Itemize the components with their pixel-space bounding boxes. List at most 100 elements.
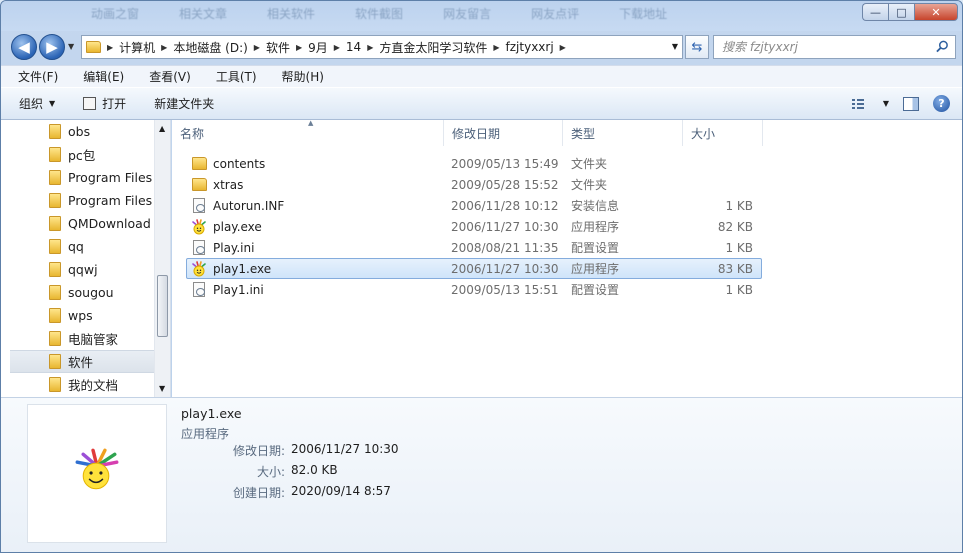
nav-item-label: 电脑管家 xyxy=(68,332,119,347)
nav-item[interactable]: wps xyxy=(1,304,170,327)
maximize-button[interactable]: □ xyxy=(888,3,914,21)
explorer-window: 动画之窗 相关文章 相关软件 软件截图 网友留言 网友点评 下载地址 — □ ✕ ◀ ▶ ▼… xyxy=(0,0,963,553)
nav-item-label: Program Files xyxy=(68,170,153,185)
close-button[interactable]: ✕ xyxy=(914,3,958,21)
file-name-cell: xtras xyxy=(187,177,445,193)
file-name-cell: Play.ini xyxy=(187,240,445,256)
folder-icon xyxy=(49,193,61,208)
breadcrumb-item[interactable]: 方直金太阳学习软件 xyxy=(379,39,487,56)
chevron-right-icon[interactable]: ▶ xyxy=(334,43,340,52)
nav-scrollbar[interactable]: ▲ ▼ xyxy=(154,120,170,397)
menu-bar: 文件(F) 编辑(E) 查看(V) 工具(T) 帮助(H) xyxy=(1,65,962,87)
nav-item[interactable]: sougou xyxy=(1,281,170,304)
file-size: 1 KB xyxy=(725,198,753,213)
nav-item[interactable]: 软件 xyxy=(10,350,154,373)
file-type: 安装信息 xyxy=(571,199,620,213)
minimize-button[interactable]: — xyxy=(862,3,888,21)
column-size-label: 大小 xyxy=(691,126,716,141)
background-tabs: 动画之窗 相关文章 相关软件 软件截图 网友留言 网友点评 下载地址 xyxy=(91,5,667,22)
file-size: 1 KB xyxy=(725,240,753,255)
nav-item[interactable]: QMDownload xyxy=(1,212,170,235)
breadcrumb-item[interactable]: 软件 xyxy=(266,39,290,56)
address-dropdown[interactable]: ▼ xyxy=(672,42,678,51)
breadcrumb-item[interactable]: 计算机 xyxy=(119,39,155,56)
chevron-right-icon[interactable]: ▶ xyxy=(560,43,566,52)
address-bar[interactable]: ▶ 计算机 ▶ 本地磁盘 (D:) ▶ 软件 ▶ 9月 ▶ 14 ▶ 方直金太阳学习软件 ▶ fzjty… xyxy=(81,35,683,59)
menu-item[interactable]: 查看(V) xyxy=(142,66,198,87)
nav-item-label: pc包 xyxy=(68,148,96,163)
scroll-down-icon[interactable]: ▼ xyxy=(159,384,165,393)
open-button[interactable]: 打开 xyxy=(83,95,126,112)
change-view-icon[interactable] xyxy=(851,96,869,112)
menu-item[interactable]: 编辑(E) xyxy=(76,66,131,87)
breadcrumb: ▶ 计算机 ▶ 本地磁盘 (D:) ▶ 软件 ▶ 9月 ▶ 14 ▶ 方直金太阳学习软件 ▶ fzjty… xyxy=(101,39,572,56)
scroll-up-icon[interactable]: ▲ xyxy=(159,124,165,133)
view-options-chevron-icon[interactable]: ▼ xyxy=(883,99,889,108)
column-type[interactable]: 类型 xyxy=(563,120,683,146)
file-type: 文件夹 xyxy=(571,178,608,192)
chevron-right-icon[interactable]: ▶ xyxy=(367,43,373,52)
preview-pane-icon[interactable] xyxy=(903,96,919,111)
file-row[interactable]: contents 2009/05/13 15:49 文件夹 xyxy=(186,153,762,174)
refresh-button[interactable]: ⇆ xyxy=(685,35,709,59)
nav-item[interactable]: Program Files xyxy=(1,166,170,189)
menu-item[interactable]: 文件(F) xyxy=(11,66,65,87)
file-row[interactable]: Play.ini 2008/08/21 11:35 配置设置 1 KB xyxy=(186,237,762,258)
search-icon[interactable] xyxy=(936,40,949,53)
nav-item[interactable]: 我的文档 xyxy=(1,373,170,396)
menu-item[interactable]: 帮助(H) xyxy=(275,66,331,87)
folder-icon xyxy=(49,331,61,346)
breadcrumb-item[interactable]: fzjtyxxrj xyxy=(506,40,554,54)
file-type: 配置设置 xyxy=(571,283,620,297)
file-date: 2009/05/13 15:51 xyxy=(451,282,559,297)
back-button[interactable]: ◀ xyxy=(11,34,37,60)
detail-size-label: 大小: xyxy=(256,465,285,479)
file-row[interactable]: play1.exe 2006/11/27 10:30 应用程序 83 KB xyxy=(186,258,762,279)
folder-icon xyxy=(49,170,61,185)
forward-button[interactable]: ▶ xyxy=(39,34,65,60)
column-size[interactable]: 大小 xyxy=(683,120,763,146)
view-controls: ▼ ? xyxy=(851,95,950,112)
file-row[interactable]: Autorun.INF 2006/11/28 10:12 安装信息 1 KB xyxy=(186,195,762,216)
scroll-thumb[interactable] xyxy=(157,275,168,337)
search-box[interactable] xyxy=(713,35,956,59)
file-row[interactable]: xtras 2009/05/28 15:52 文件夹 xyxy=(186,174,762,195)
file-date: 2006/11/27 10:30 xyxy=(451,219,559,234)
settings-file-icon xyxy=(191,198,207,214)
nav-item-label: 软件 xyxy=(68,355,94,370)
nav-item[interactable]: pc包 xyxy=(1,143,170,166)
chevron-right-icon[interactable]: ▶ xyxy=(107,43,113,52)
file-name: Play1.ini xyxy=(213,282,264,297)
file-row[interactable]: play.exe 2006/11/27 10:30 应用程序 82 KB xyxy=(186,216,762,237)
nav-item-label: wps xyxy=(68,308,93,323)
nav-item[interactable]: Program Files xyxy=(1,189,170,212)
nav-item-label: QMDownload xyxy=(68,216,151,231)
breadcrumb-item[interactable]: 本地磁盘 (D:) xyxy=(173,39,247,56)
column-name[interactable]: 名称 ▲ xyxy=(172,119,444,146)
column-date[interactable]: 修改日期 xyxy=(444,120,563,146)
folder-icon xyxy=(49,124,61,139)
recent-pages-dropdown[interactable]: ▼ xyxy=(68,42,74,51)
file-row[interactable]: Play1.ini 2009/05/13 15:51 配置设置 1 KB xyxy=(186,279,762,300)
chevron-right-icon[interactable]: ▶ xyxy=(161,43,167,52)
nav-item[interactable]: 电脑管家 xyxy=(1,327,170,350)
chevron-right-icon[interactable]: ▶ xyxy=(493,43,499,52)
nav-item[interactable]: qq xyxy=(1,235,170,258)
nav-item[interactable]: obs xyxy=(1,120,170,143)
breadcrumb-item[interactable]: 14 xyxy=(346,40,361,54)
file-name-cell: contents xyxy=(187,156,445,172)
chevron-right-icon[interactable]: ▶ xyxy=(296,43,302,52)
title-bar[interactable]: 动画之窗 相关文章 相关软件 软件截图 网友留言 网友点评 下载地址 — □ ✕ xyxy=(1,1,962,31)
search-input[interactable] xyxy=(722,40,922,54)
help-icon[interactable]: ? xyxy=(933,95,950,112)
new-folder-button[interactable]: 新建文件夹 xyxy=(154,95,214,112)
menu-item[interactable]: 工具(T) xyxy=(209,66,264,87)
nav-item-label: sougou xyxy=(68,285,114,300)
chevron-right-icon[interactable]: ▶ xyxy=(254,43,260,52)
detail-created-value[interactable]: 2020/09/14 8:57 xyxy=(291,484,399,501)
nav-item-label: obs xyxy=(68,124,91,139)
organize-button[interactable]: 组织 ▼ xyxy=(19,95,55,112)
breadcrumb-item[interactable]: 9月 xyxy=(308,39,328,56)
detail-modified-value[interactable]: 2006/11/27 10:30 xyxy=(291,442,399,459)
nav-item[interactable]: qqwj xyxy=(1,258,170,281)
